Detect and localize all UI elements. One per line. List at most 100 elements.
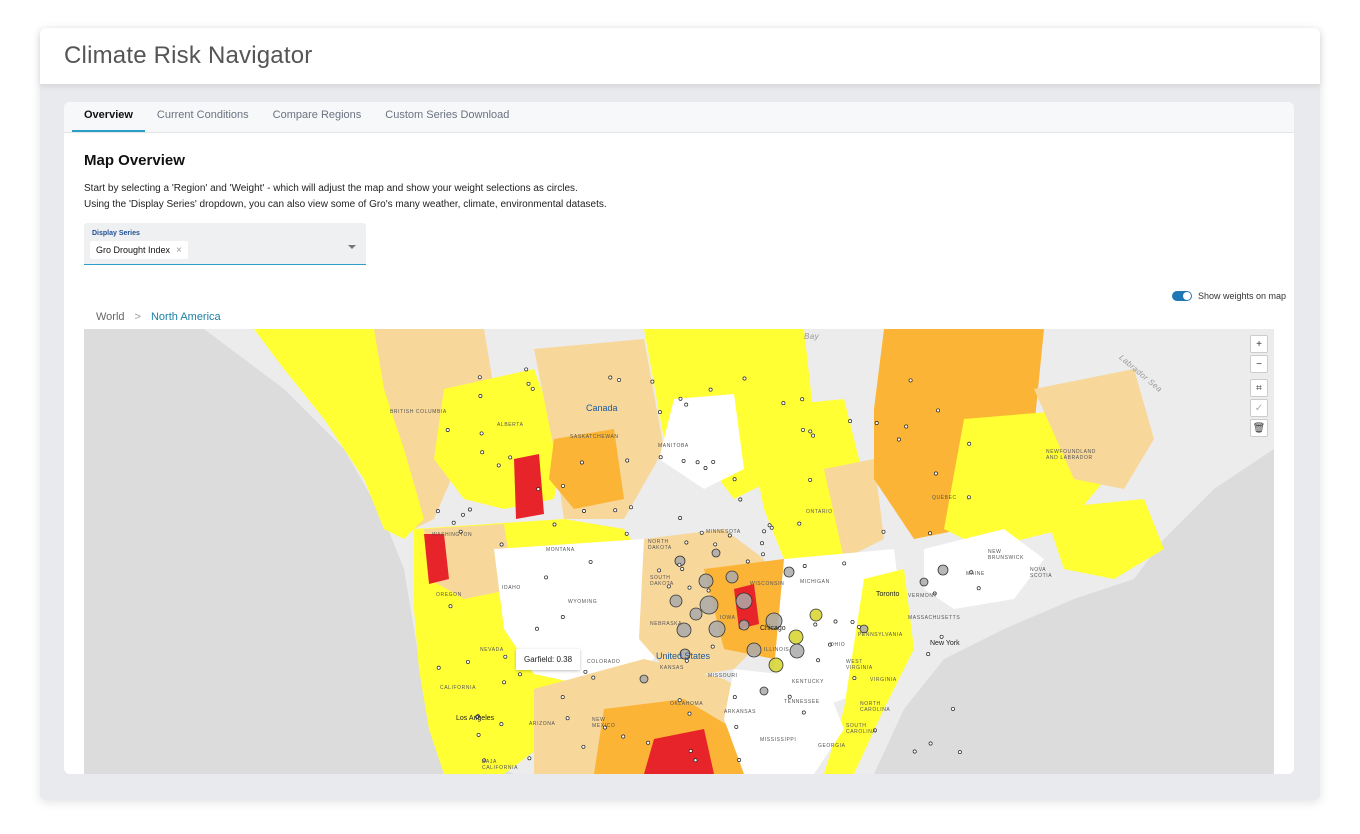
location-marker	[579, 460, 584, 465]
location-marker	[813, 622, 818, 627]
location-marker	[535, 626, 539, 631]
label-manitoba: MANITOBA	[658, 443, 689, 449]
weight-circle	[689, 607, 703, 621]
tab-current-conditions[interactable]: Current Conditions	[145, 102, 261, 132]
location-marker	[467, 507, 472, 512]
label-kentucky: KENTUCKY	[792, 679, 825, 685]
map-canvas[interactable]	[84, 329, 1274, 774]
label-baja-california: BAJA CALIFORNIA	[482, 759, 519, 771]
location-marker	[617, 377, 622, 382]
label-south-dakota: SOUTH DAKOTA	[650, 575, 674, 587]
label-los-angeles: Los Angeles	[456, 715, 495, 722]
label-bay: Bay	[804, 332, 819, 341]
location-marker	[565, 716, 570, 721]
location-marker	[842, 561, 847, 566]
location-marker	[478, 394, 483, 398]
location-marker	[591, 675, 596, 680]
remove-chip-icon[interactable]: ×	[176, 245, 182, 256]
chevron-down-icon[interactable]	[348, 245, 356, 249]
app-title: Climate Risk Navigator	[64, 42, 313, 69]
location-marker	[680, 567, 685, 571]
label-missouri: MISSOURI	[708, 673, 738, 679]
location-marker	[536, 487, 541, 492]
label-massachusetts: MASSACHUSETTS	[908, 615, 961, 621]
label-saskatchewan: SASKATCHEWAN	[570, 434, 619, 440]
location-marker	[781, 401, 786, 406]
location-marker	[496, 463, 501, 468]
location-marker	[711, 459, 716, 464]
drought-map[interactable]: Bay Labrador Sea Canada United States BR…	[84, 329, 1274, 774]
location-marker	[928, 741, 933, 746]
label-michigan: MICHIGAN	[800, 579, 830, 585]
main-card: Overview Current Conditions Compare Regi…	[64, 102, 1294, 774]
weight-circle	[708, 620, 726, 638]
weight-circle	[639, 674, 649, 684]
label-maine: MAINE	[966, 571, 985, 577]
location-marker	[808, 477, 813, 482]
location-marker	[738, 497, 743, 502]
location-marker	[583, 669, 588, 674]
location-marker	[629, 505, 633, 510]
location-marker	[742, 376, 747, 381]
location-marker	[801, 427, 805, 432]
location-marker	[708, 387, 713, 392]
location-marker	[808, 429, 813, 434]
location-marker	[816, 658, 821, 663]
location-marker	[957, 750, 962, 755]
location-marker	[933, 471, 938, 476]
trash-icon[interactable]: 🗑	[1250, 419, 1268, 437]
breadcrumb-world[interactable]: World	[96, 311, 125, 323]
location-marker	[678, 396, 683, 401]
label-oregon: OREGON	[436, 592, 462, 598]
location-marker	[811, 433, 816, 438]
location-marker	[657, 568, 662, 573]
location-marker	[926, 652, 931, 657]
label-washington: WASHINGTON	[432, 532, 473, 538]
weight-circle	[937, 564, 949, 576]
zoom-in-button[interactable]: +	[1250, 335, 1268, 353]
location-marker	[621, 734, 626, 739]
label-iowa: IOWA	[720, 615, 736, 621]
show-weights-toggle[interactable]	[1171, 291, 1192, 301]
location-marker	[436, 665, 441, 670]
location-marker	[881, 529, 886, 534]
selected-series-value: Gro Drought Index	[96, 245, 171, 255]
display-series-select[interactable]: Display Series Gro Drought Index ×	[84, 223, 366, 265]
location-marker	[687, 585, 692, 590]
tab-overview[interactable]: Overview	[72, 102, 145, 132]
location-marker	[476, 732, 481, 737]
draw-select-icon[interactable]: ⌗	[1250, 379, 1268, 397]
weight-circle	[783, 566, 795, 578]
location-marker	[852, 676, 857, 681]
tab-custom-series-download[interactable]: Custom Series Download	[373, 102, 521, 132]
location-marker	[687, 711, 692, 716]
breadcrumb-north-america[interactable]: North America	[151, 311, 221, 323]
label-oklahoma: OKLAHOMA	[670, 701, 704, 707]
label-canada: Canada	[586, 403, 618, 413]
location-marker	[850, 619, 855, 624]
tab-bar: Overview Current Conditions Compare Regi…	[64, 102, 1294, 133]
confirm-icon[interactable]: ✓	[1250, 399, 1268, 417]
location-marker	[461, 512, 465, 517]
label-colorado: COLORADO	[587, 659, 621, 665]
location-marker	[561, 483, 565, 488]
location-marker	[800, 397, 805, 402]
location-marker	[912, 749, 917, 754]
weight-circle	[698, 573, 714, 589]
location-marker	[703, 466, 708, 470]
zoom-out-button[interactable]: −	[1250, 355, 1268, 373]
label-west-virginia: WEST VIRGINIA	[846, 659, 873, 671]
location-marker	[677, 562, 682, 567]
location-marker	[650, 379, 655, 384]
weight-circle	[759, 686, 769, 696]
show-weights-control: Show weights on map	[1171, 291, 1286, 301]
location-marker	[526, 381, 531, 386]
location-marker	[801, 710, 806, 715]
location-marker	[508, 455, 513, 460]
label-british-columbia: BRITISH COLUMBIA	[390, 409, 447, 415]
location-marker	[678, 516, 683, 520]
location-marker	[581, 744, 586, 749]
location-marker	[658, 455, 663, 460]
display-series-label: Display Series	[92, 230, 140, 237]
tab-compare-regions[interactable]: Compare Regions	[261, 102, 374, 132]
